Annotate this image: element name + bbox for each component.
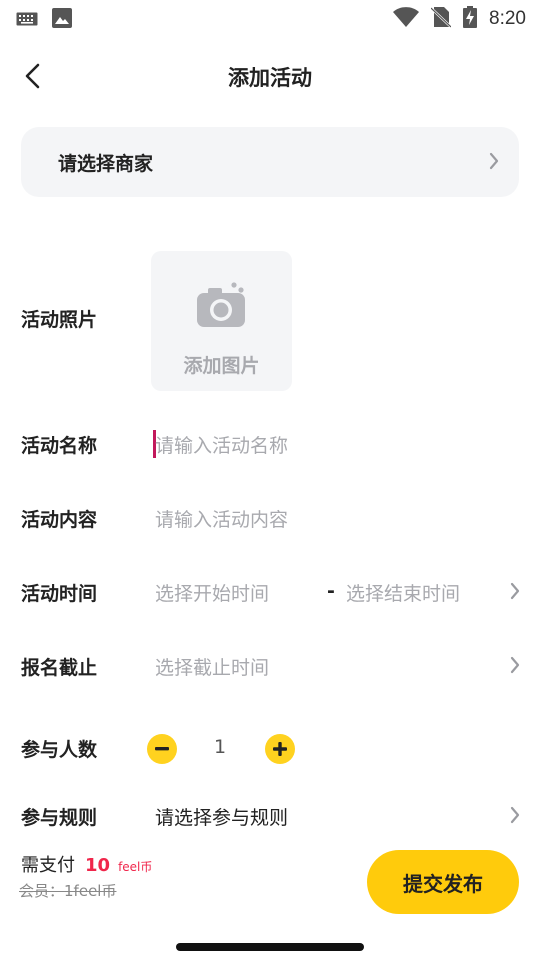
member-price-line: 会员：1feel币: [19, 880, 116, 901]
photo-label: 活动照片: [21, 309, 98, 331]
no-sim-icon: [430, 6, 452, 32]
merchant-selector[interactable]: 请选择商家: [21, 127, 519, 197]
image-icon: [52, 8, 72, 32]
deadline-picker[interactable]: 选择截止时间: [155, 653, 269, 680]
minus-icon: [155, 747, 169, 751]
chevron-right-icon[interactable]: [510, 582, 520, 604]
member-label: 会员：: [19, 882, 65, 900]
deadline-label: 报名截止: [21, 657, 98, 679]
chevron-right-icon: [489, 152, 499, 174]
increment-button[interactable]: [265, 734, 295, 764]
camera-icon: [194, 279, 250, 339]
activity-time-label: 活动时间: [21, 583, 98, 605]
wifi-icon: [393, 7, 420, 31]
time-separator: -: [327, 580, 335, 602]
activity-content-input[interactable]: 请输入活动内容: [155, 505, 288, 532]
end-time-picker[interactable]: 选择结束时间: [346, 579, 460, 606]
participants-count: 1: [213, 736, 227, 758]
payment-summary: 需支付 10 feel币: [21, 851, 152, 877]
battery-charging-icon: [463, 6, 478, 32]
keyboard-icon: [16, 11, 38, 30]
decrement-button[interactable]: [147, 734, 177, 764]
pay-label: 需支付: [21, 855, 75, 876]
add-photo-label: 添加图片: [183, 355, 260, 377]
start-time-picker[interactable]: 选择开始时间: [155, 579, 269, 606]
member-price: 1feel币: [64, 882, 117, 900]
page-title: 添加活动: [228, 66, 312, 90]
activity-name-label: 活动名称: [21, 435, 98, 457]
status-bar: 8:20: [0, 0, 540, 36]
home-indicator[interactable]: [176, 943, 364, 951]
pay-unit: feel币: [118, 860, 153, 874]
add-photo-button[interactable]: 添加图片: [151, 251, 292, 391]
merchant-selector-label: 请选择商家: [58, 153, 154, 175]
rules-picker[interactable]: 请选择参与规则: [155, 803, 288, 830]
submit-publish-button[interactable]: 提交发布: [367, 850, 519, 914]
participants-label: 参与人数: [21, 739, 98, 761]
clock-time: 8:20: [489, 8, 526, 29]
activity-name-input[interactable]: 请输入活动名称: [155, 431, 288, 458]
activity-content-label: 活动内容: [21, 509, 98, 531]
plus-icon: [273, 742, 287, 756]
chevron-right-icon[interactable]: [510, 656, 520, 678]
rules-label: 参与规则: [21, 807, 98, 829]
chevron-right-icon[interactable]: [510, 806, 520, 828]
pay-amount: 10: [85, 855, 111, 876]
navigation-header: 添加活动: [0, 48, 540, 104]
